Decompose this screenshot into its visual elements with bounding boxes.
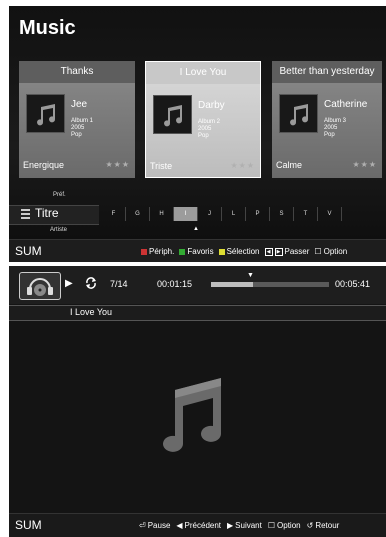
letter-L[interactable]: L (222, 207, 246, 221)
card-mood: Calme (276, 160, 303, 170)
rating-stars: ★★★ (352, 160, 377, 169)
music-player-screen: ▶ 7/14 00:01:15 ▼ 00:05:41 I Love You SU… (9, 266, 386, 537)
bottom-bar: SUM Périph. Favoris Sélection ◀ ▶ Passer ☐… (9, 239, 386, 262)
list-icon (21, 209, 30, 219)
letter-H[interactable]: H (150, 207, 174, 221)
player-topbar: ▶ 7/14 00:01:15 ▼ 00:05:41 (9, 266, 386, 304)
card-genre: Pop (71, 132, 82, 138)
red-button-icon (141, 248, 147, 255)
track-counter: 7/14 (110, 279, 128, 289)
bottom-bar: SUM ⏎ Pause ◀ Précédent ▶ Suivant ☐ Option ↺… (9, 513, 386, 537)
next-label: Suivant (235, 521, 262, 530)
play-icon[interactable]: ▶ (65, 278, 73, 289)
total-time: 00:05:41 (335, 279, 371, 289)
letter-P[interactable]: P (246, 207, 270, 221)
music-card-3[interactable]: Better than yesterday Catherine Album 3 … (272, 61, 382, 178)
card-caption: Thanks (19, 61, 135, 83)
card-year: 2005 (198, 126, 212, 132)
card-artist: Darby (198, 100, 225, 111)
periph-action[interactable]: Périph. (141, 247, 174, 256)
card-artist: Catherine (324, 99, 368, 110)
card-meta: Album 3 2005 Pop (324, 118, 346, 139)
card-album: Album 1 (71, 118, 94, 124)
enter-icon: ⏎ (139, 521, 146, 530)
option-action[interactable]: ☐ Option (314, 247, 347, 256)
passer-label: Passer (284, 247, 310, 256)
progress-bar[interactable] (211, 282, 329, 287)
progress-marker-icon: ▼ (247, 272, 254, 279)
card-mood: Energique (23, 160, 65, 170)
return-icon: ↺ (306, 521, 314, 530)
selection-action[interactable]: Sélection (218, 247, 260, 256)
card-meta: Album 2 2005 Pop (198, 119, 220, 140)
song-title: I Love You (70, 307, 113, 317)
music-browser-screen: Music Thanks Jee Album 1 2005 Pop Energi… (9, 6, 386, 262)
rewind-icon: ◀ (264, 247, 273, 256)
rating-stars: ★★★ (230, 161, 255, 170)
card-year: 2005 (71, 125, 85, 131)
repeat-icon[interactable] (84, 276, 98, 290)
right-arrow-icon: ▶ (227, 521, 234, 530)
music-note-icon (26, 94, 65, 133)
card-mood: Triste (150, 161, 173, 171)
favoris-label: Favoris (187, 247, 214, 256)
option-label: Option (277, 521, 301, 530)
card-caption: Better than yesterday (272, 61, 382, 83)
passer-action[interactable]: ◀ ▶ Passer (264, 247, 310, 256)
letter-T[interactable]: T (294, 207, 318, 221)
selection-label: Sélection (226, 247, 260, 256)
option-label: Option (323, 247, 348, 256)
pause-action[interactable]: ⏎ Pause (139, 521, 170, 530)
tools-icon: ☐ (267, 521, 276, 530)
card-genre: Pop (324, 132, 335, 138)
letter-S[interactable]: S (270, 207, 294, 221)
tools-icon: ☐ (314, 247, 322, 256)
yellow-button-icon (218, 248, 225, 255)
letter-F[interactable]: F (102, 207, 126, 221)
filter-next-option[interactable]: Artiste (50, 227, 67, 233)
return-label: Retour (315, 521, 340, 530)
filter-current[interactable]: Titre (35, 206, 59, 220)
music-card-2-selected[interactable]: I Love You Darby Album 2 2005 Pop Triste… (145, 61, 261, 178)
card-year: 2005 (324, 125, 338, 131)
forward-icon: ▶ (274, 247, 283, 256)
headphones-disc-icon (19, 272, 61, 300)
up-arrow-icon: ▲ (193, 226, 199, 232)
letter-I-selected[interactable]: I (174, 207, 198, 221)
rating-stars: ★★★ (105, 160, 130, 169)
music-note-icon (153, 95, 192, 134)
card-album: Album 2 (198, 119, 221, 125)
music-note-icon (279, 94, 318, 133)
card-album: Album 3 (324, 118, 347, 124)
card-meta: Album 1 2005 Pop (71, 118, 93, 139)
next-action[interactable]: ▶ Suivant (227, 521, 262, 530)
green-button-icon (179, 248, 186, 255)
letter-index: F G H I J L P S T V (102, 207, 342, 221)
prev-label: Précédent (184, 521, 222, 530)
periph-label: Périph. (149, 247, 175, 256)
left-arrow-icon: ◀ (176, 521, 183, 530)
music-card-1[interactable]: Thanks Jee Album 1 2005 Pop Energique ★★… (19, 61, 135, 178)
option-action[interactable]: ☐ Option (268, 521, 301, 530)
pause-label: Pause (147, 521, 171, 530)
card-artist: Jee (71, 99, 88, 110)
progress-fill (211, 282, 254, 287)
current-time: 00:01:15 (157, 279, 193, 289)
prev-action[interactable]: ◀ Précédent (176, 521, 221, 530)
page-title: Music (19, 17, 76, 39)
card-caption: I Love You (146, 62, 260, 84)
now-playing-row: I Love You (9, 305, 386, 321)
letter-G[interactable]: G (126, 207, 150, 221)
letter-V[interactable]: V (318, 207, 342, 221)
return-action[interactable]: ↺ Retour (307, 521, 340, 530)
sum-label: SUM (15, 518, 42, 532)
letter-J[interactable]: J (198, 207, 222, 221)
sum-label: SUM (15, 244, 42, 258)
action-hints: ⏎ Pause ◀ Précédent ▶ Suivant ☐ Option ↺ Reto… (139, 521, 339, 530)
filter-prev-option[interactable]: Préf. (53, 192, 66, 198)
music-note-icon (163, 378, 221, 452)
card-genre: Pop (198, 133, 209, 139)
favoris-action[interactable]: Favoris (179, 247, 214, 256)
action-hints: Périph. Favoris Sélection ◀ ▶ Passer ☐ Opti… (141, 247, 347, 256)
